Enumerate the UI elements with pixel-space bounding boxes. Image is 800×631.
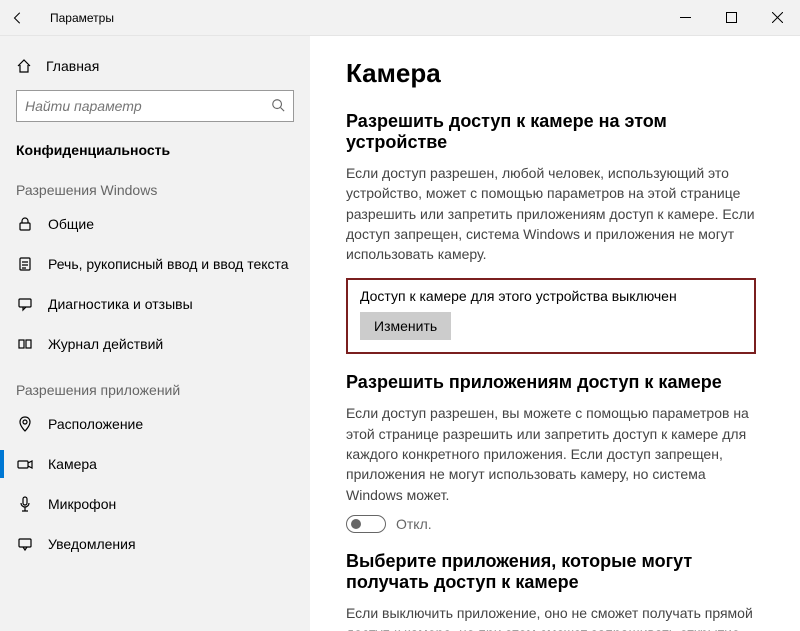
sidebar-category: Конфиденциальность (0, 132, 310, 164)
close-button[interactable] (754, 0, 800, 36)
sidebar-item-label: Расположение (48, 416, 143, 432)
sidebar-group-windows: Разрешения Windows (0, 164, 310, 204)
microphone-icon (16, 495, 34, 513)
lock-icon (16, 215, 34, 233)
sidebar-item-label: Уведомления (48, 536, 136, 552)
search-icon (271, 98, 285, 115)
clipboard-icon (16, 255, 34, 273)
sidebar-item-label: Журнал действий (48, 336, 163, 352)
page-title: Камера (346, 58, 764, 89)
section1-heading: Разрешить доступ к камере на этом устрой… (346, 111, 764, 153)
sidebar-item-camera[interactable]: Камера (0, 444, 310, 484)
content-area: Камера Разрешить доступ к камере на этом… (310, 36, 800, 631)
sidebar-item-label: Микрофон (48, 496, 116, 512)
sidebar-item-location[interactable]: Расположение (0, 404, 310, 444)
sidebar-item-activity[interactable]: Журнал действий (0, 324, 310, 364)
change-button[interactable]: Изменить (360, 312, 451, 340)
sidebar-home-label: Главная (46, 58, 99, 74)
section2-body: Если доступ разрешен, вы можете с помощь… (346, 403, 764, 504)
toggle-thumb (351, 519, 361, 529)
device-access-box: Доступ к камере для этого устройства вык… (346, 278, 756, 354)
section2-heading: Разрешить приложениям доступ к камере (346, 372, 764, 393)
apps-access-toggle[interactable]: Откл. (346, 515, 764, 533)
maximize-button[interactable] (708, 0, 754, 36)
toggle-label: Откл. (396, 516, 432, 532)
notifications-icon (16, 535, 34, 553)
section1-body: Если доступ разрешен, любой человек, исп… (346, 163, 764, 264)
sidebar-item-microphone[interactable]: Микрофон (0, 484, 310, 524)
sidebar-home[interactable]: Главная (0, 46, 310, 86)
window-title: Параметры (50, 11, 114, 25)
sidebar-item-label: Общие (48, 216, 94, 232)
sidebar-item-general[interactable]: Общие (0, 204, 310, 244)
section3-body: Если выключить приложение, оно не сможет… (346, 603, 764, 631)
sidebar-item-diagnostics[interactable]: Диагностика и отзывы (0, 284, 310, 324)
search-input-container[interactable] (16, 90, 294, 122)
camera-icon (16, 455, 34, 473)
sidebar-group-apps: Разрешения приложений (0, 364, 310, 404)
section3-heading: Выберите приложения, которые могут получ… (346, 551, 764, 593)
minimize-button[interactable] (662, 0, 708, 36)
feedback-icon (16, 295, 34, 313)
toggle-track (346, 515, 386, 533)
sidebar-item-notifications[interactable]: Уведомления (0, 524, 310, 564)
sidebar-item-label: Диагностика и отзывы (48, 296, 193, 312)
sidebar-item-label: Речь, рукописный ввод и ввод текста (48, 256, 289, 272)
titlebar: Параметры (0, 0, 800, 36)
back-button[interactable] (0, 11, 36, 25)
home-icon (16, 58, 32, 74)
sidebar: Главная Конфиденциальность Разрешения Wi… (0, 36, 310, 631)
sidebar-item-speech[interactable]: Речь, рукописный ввод и ввод текста (0, 244, 310, 284)
sidebar-item-label: Камера (48, 456, 97, 472)
search-input[interactable] (25, 98, 271, 114)
activity-icon (16, 335, 34, 353)
device-access-status: Доступ к камере для этого устройства вык… (360, 288, 742, 304)
location-icon (16, 415, 34, 433)
